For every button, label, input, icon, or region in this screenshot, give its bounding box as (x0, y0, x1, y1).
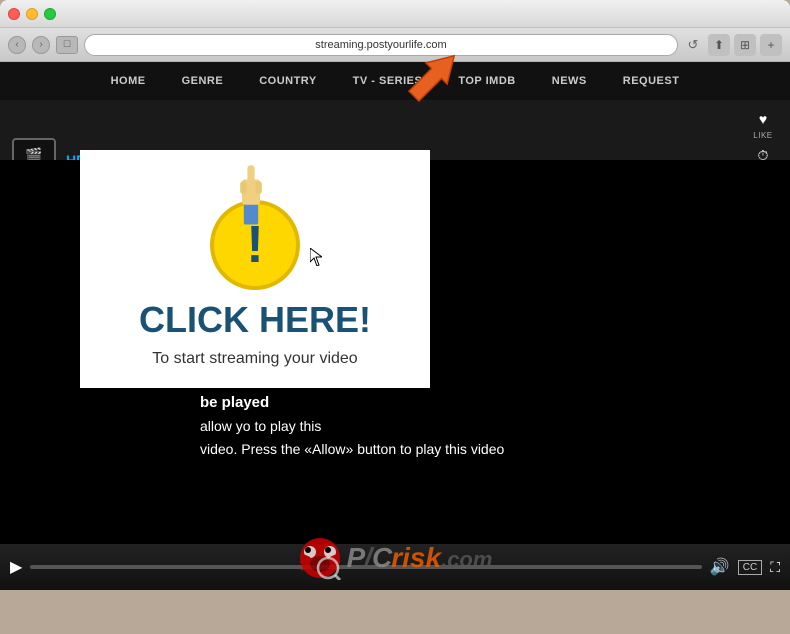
pcrisk-c-text: C (372, 542, 391, 573)
browser-chrome: ‹ › ☐ streaming.postyourlife.com ↺ ⬆ ⊞ + (0, 0, 790, 62)
forward-button[interactable]: › (32, 36, 50, 54)
pcrisk-watermark: P/Crisk.com (0, 536, 790, 580)
pcrisk-dotcom-text: .com (441, 547, 492, 572)
back-button[interactable]: ‹ (8, 36, 26, 54)
like-action[interactable]: ♥ LIKE (752, 108, 774, 140)
title-bar (0, 0, 790, 28)
mouse-cursor (310, 248, 322, 266)
click-here-subtitle: To start streaming your video (152, 350, 357, 368)
hand-pointer-icon (233, 160, 269, 235)
browser-action-buttons: ⬆ ⊞ + (708, 34, 782, 56)
orange-arrow-annotation (398, 42, 468, 112)
close-button[interactable] (8, 8, 20, 20)
address-bar[interactable]: streaming.postyourlife.com (84, 34, 678, 56)
error-title: be played (200, 391, 770, 415)
maximize-button[interactable] (44, 8, 56, 20)
website-content: HOME GENRE COUNTRY TV - SERIES TOP IMDB … (0, 62, 790, 590)
error-text-area: be played allow yo to play this video. P… (200, 391, 770, 460)
browser-menu-button[interactable]: ⊞ (734, 34, 756, 56)
navigation-bar: HOME GENRE COUNTRY TV - SERIES TOP IMDB … (0, 62, 790, 100)
popup-overlay[interactable]: ! CLICK HERE! To start streaming your vi… (80, 150, 430, 388)
nav-item-news[interactable]: NEWS (534, 62, 605, 100)
like-icon: ♥ (752, 108, 774, 130)
click-here-heading[interactable]: CLICK HERE! (139, 300, 371, 340)
pcrisk-pc-text: P (347, 542, 365, 573)
like-label: LIKE (753, 131, 772, 140)
error-line2: video. Press the «Allow» button to play … (200, 438, 770, 460)
main-video-area: 🎬 HD HD Streaming - 720p - Unlimited Dow… (0, 100, 790, 590)
nav-item-home[interactable]: HOME (93, 62, 164, 100)
pcrisk-slash: / (364, 542, 372, 573)
browser-toolbar: ‹ › ☐ streaming.postyourlife.com ↺ ⬆ ⊞ + (0, 28, 790, 62)
minimize-button[interactable] (26, 8, 38, 20)
pcrisk-risk-text: risk (391, 542, 441, 573)
reload-button[interactable]: ↺ (684, 36, 702, 54)
error-line1: allow yo to play this (200, 415, 770, 437)
new-tab-button[interactable]: + (760, 34, 782, 56)
pcrisk-logo-icon (298, 536, 342, 580)
nav-item-country[interactable]: COUNTRY (241, 62, 334, 100)
nav-item-request[interactable]: REQUEST (605, 62, 698, 100)
warning-icon-container: ! (205, 170, 305, 290)
pcrisk-text-group: P/Crisk.com (347, 542, 493, 574)
share-browser-button[interactable]: ⬆ (708, 34, 730, 56)
tab-overview-button[interactable]: ☐ (56, 36, 78, 54)
nav-item-genre[interactable]: GENRE (164, 62, 242, 100)
